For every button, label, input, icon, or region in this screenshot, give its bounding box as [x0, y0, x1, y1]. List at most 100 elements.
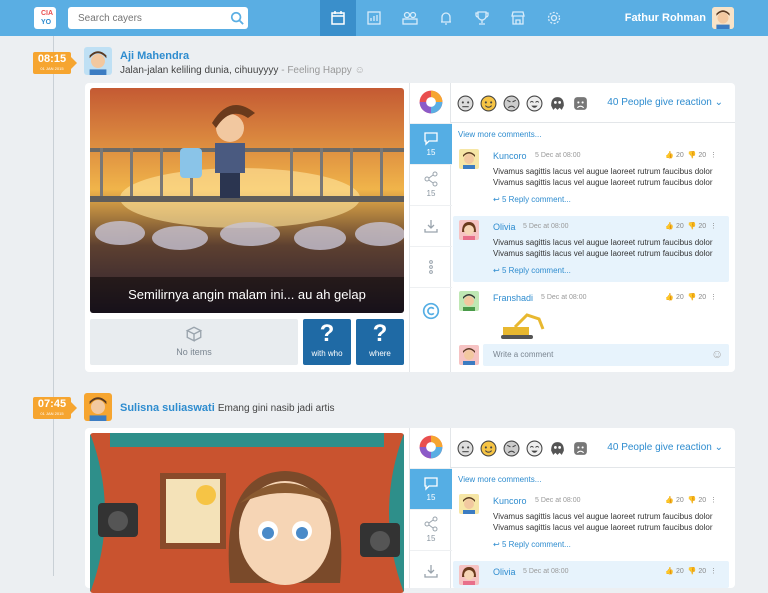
commenter-name[interactable]: Olivia	[493, 222, 516, 232]
share-tab[interactable]: 15	[410, 510, 452, 551]
post-author[interactable]: Aji Mahendra	[120, 50, 189, 62]
reply-link[interactable]: ↩ 5 Reply comment...	[493, 195, 571, 204]
with-who-button[interactable]: ? with who	[303, 319, 351, 365]
thumbs-up-icon[interactable]: 👍	[665, 294, 674, 301]
post-status: Jalan-jalan keliling dunia, cihuuyyyy - …	[120, 65, 365, 76]
happy-face-icon[interactable]	[480, 95, 497, 112]
action-column: 15 15	[409, 428, 452, 592]
neutral-face-icon[interactable]	[457, 95, 474, 112]
comment-tab[interactable]: 15	[410, 469, 452, 510]
thumbs-up-icon[interactable]: 👍	[665, 497, 674, 504]
download-button[interactable]	[410, 206, 452, 247]
reaction-wheel-button[interactable]	[410, 83, 452, 124]
app-logo[interactable]: CIA YO	[34, 7, 56, 29]
comment-icon	[424, 132, 438, 146]
post-card: Semilirnya angin malam ini... au ah gela…	[85, 83, 735, 372]
sad-face-icon[interactable]	[572, 95, 589, 112]
commenter-avatar[interactable]	[459, 565, 479, 585]
nav-settings[interactable]	[536, 0, 572, 36]
nav-trophy[interactable]	[464, 0, 500, 36]
thumbs-down-icon[interactable]: 👎	[688, 294, 697, 301]
more-vertical-icon[interactable]: ⋮	[710, 497, 717, 504]
commenter-name[interactable]: Kuncoro	[493, 151, 527, 161]
comment-item: Kuncoro 5 Dec at 08:00 👍 20 👎 20 ⋮ Vivam…	[453, 145, 729, 211]
post-photo[interactable]	[90, 433, 404, 593]
commenter-avatar[interactable]	[459, 291, 479, 311]
reply-icon: ↩	[493, 266, 500, 275]
chevron-down-icon: ⌄	[714, 442, 723, 453]
comment-stats: 👍 20 👎 20 ⋮	[665, 497, 717, 504]
user-avatar[interactable]	[712, 7, 734, 29]
reaction-count-link[interactable]: 40 People give reaction ⌄	[607, 97, 723, 108]
post-photo[interactable]: Semilirnya angin malam ini... au ah gela…	[90, 88, 404, 313]
write-comment-input[interactable]: Write a comment	[483, 344, 729, 366]
people-icon	[402, 11, 418, 25]
more-vertical-icon[interactable]: ⋮	[710, 152, 717, 159]
commenter-name[interactable]: Kuncoro	[493, 496, 527, 506]
angry-face-icon[interactable]	[503, 95, 520, 112]
copyright-button[interactable]	[410, 288, 452, 329]
angry-face-icon[interactable]	[503, 440, 520, 457]
commenter-avatar[interactable]	[459, 220, 479, 240]
celebrity-illustration	[90, 433, 404, 593]
author-avatar[interactable]	[84, 47, 112, 75]
search-input[interactable]	[68, 7, 248, 29]
store-icon	[511, 11, 525, 25]
thumbs-down-icon[interactable]: 👎	[688, 223, 697, 230]
comment-item: Olivia 5 Dec at 08:00 👍 20 👎 20 ⋮ Vivamu…	[453, 216, 729, 282]
view-more-comments[interactable]: View more comments...	[458, 130, 541, 139]
no-items-box[interactable]: No items	[90, 319, 298, 365]
thumbs-down-icon[interactable]: 👎	[688, 568, 697, 575]
commenter-avatar[interactable]	[459, 494, 479, 514]
sad-face-icon[interactable]	[572, 440, 589, 457]
color-wheel-icon	[419, 435, 443, 459]
more-vertical-icon[interactable]: ⋮	[710, 294, 717, 301]
more-vertical-icon[interactable]: ⋮	[710, 568, 717, 575]
monster-face-icon[interactable]	[549, 440, 566, 457]
commenter-avatar[interactable]	[459, 149, 479, 169]
search-icon[interactable]	[230, 11, 244, 25]
reply-link[interactable]: ↩ 5 Reply comment...	[493, 540, 571, 549]
author-avatar[interactable]	[84, 393, 112, 421]
more-vertical-icon[interactable]: ⋮	[710, 223, 717, 230]
nav-calendar[interactable]	[320, 0, 356, 36]
download-button[interactable]	[410, 551, 452, 592]
reaction-count-link[interactable]: 40 People give reaction ⌄	[607, 442, 723, 453]
user-name[interactable]: Fathur Rohman	[625, 12, 706, 24]
box-icon	[185, 326, 203, 342]
comment-stats: 👍 20 👎 20 ⋮	[665, 152, 717, 159]
share-tab[interactable]: 15	[410, 165, 452, 206]
laughing-face-icon[interactable]	[526, 95, 543, 112]
thumbs-down-icon[interactable]: 👎	[688, 497, 697, 504]
view-more-comments[interactable]: View more comments...	[458, 475, 541, 484]
comment-stats: 👍 20 👎 20 ⋮	[665, 568, 717, 575]
where-button[interactable]: ? where	[356, 319, 404, 365]
comment-stats: 👍 20 👎 20 ⋮	[665, 223, 717, 230]
more-options-button[interactable]	[410, 247, 452, 288]
color-wheel-icon	[419, 90, 443, 114]
monster-face-icon[interactable]	[549, 95, 566, 112]
commenter-name[interactable]: Franshadi	[493, 293, 533, 303]
copyright-icon	[422, 302, 440, 320]
comment-item: Franshadi 5 Dec at 08:00 👍 20 👎 20 ⋮	[453, 287, 729, 339]
comment-item: Kuncoro 5 Dec at 08:00 👍 20 👎 20 ⋮ Vivam…	[453, 490, 729, 556]
nav-chart[interactable]	[356, 0, 392, 36]
thumbs-up-icon[interactable]: 👍	[665, 223, 674, 230]
thumbs-down-icon[interactable]: 👎	[688, 152, 697, 159]
nav-people[interactable]	[392, 0, 428, 36]
neutral-face-icon[interactable]	[457, 440, 474, 457]
reply-icon: ↩	[493, 195, 500, 204]
gear-icon	[547, 11, 561, 25]
comment-time: 5 Dec at 08:00	[523, 223, 569, 230]
happy-face-icon[interactable]	[480, 440, 497, 457]
emoji-icon[interactable]: ☺	[711, 347, 723, 361]
thumbs-up-icon[interactable]: 👍	[665, 568, 674, 575]
thumbs-up-icon[interactable]: 👍	[665, 152, 674, 159]
nav-store[interactable]	[500, 0, 536, 36]
reaction-wheel-button[interactable]	[410, 428, 452, 469]
laughing-face-icon[interactable]	[526, 440, 543, 457]
comment-tab[interactable]: 15	[410, 124, 452, 165]
reply-link[interactable]: ↩ 5 Reply comment...	[493, 266, 571, 275]
nav-notifications[interactable]	[428, 0, 464, 36]
timeline-line	[53, 36, 54, 576]
